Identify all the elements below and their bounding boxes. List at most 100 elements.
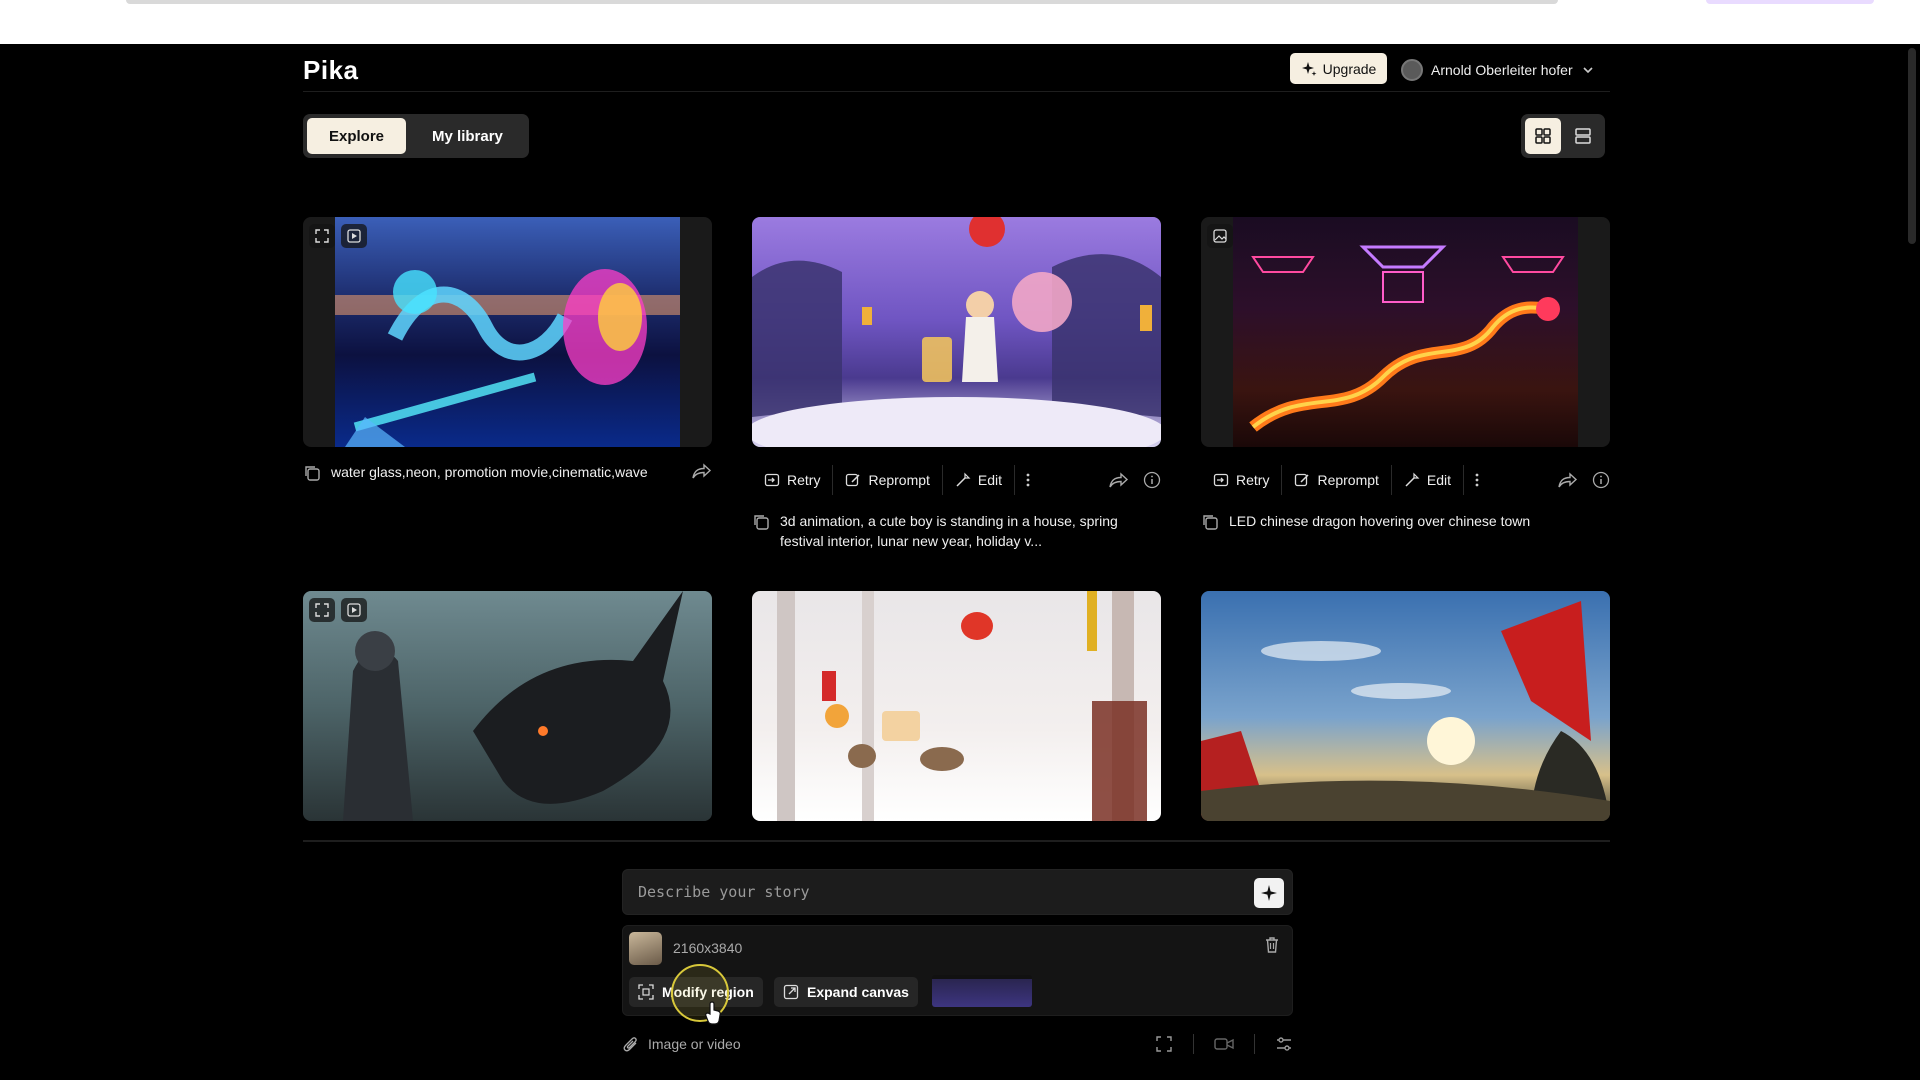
- composer-toolbar: Image or video: [622, 1031, 1293, 1057]
- browser-chrome-strip: [0, 0, 1920, 44]
- edit-button[interactable]: Edit: [943, 465, 1016, 495]
- video-thumbnail[interactable]: [752, 217, 1161, 447]
- modify-region-button[interactable]: Modify region: [629, 977, 763, 1007]
- fullscreen-icon[interactable]: [309, 224, 335, 248]
- video-thumbnail[interactable]: [1201, 217, 1610, 447]
- more-options-icon[interactable]: [1464, 465, 1490, 495]
- video-card[interactable]: Retry Reprompt Edit 3d animation, a cute…: [752, 217, 1161, 549]
- browser-extension-pill[interactable]: [1706, 0, 1874, 4]
- thumbnail-image: [303, 591, 712, 821]
- camera-control-icon[interactable]: [1214, 1036, 1234, 1052]
- edit-label: Edit: [977, 472, 1003, 488]
- library-tabs: Explore My library: [303, 114, 529, 158]
- user-menu[interactable]: Arnold Oberleiter hofer: [1401, 57, 1595, 83]
- card-actions: Retry Reprompt Edit: [752, 465, 1161, 495]
- video-thumbnail[interactable]: [752, 591, 1161, 821]
- view-mode-toggle: [1521, 114, 1605, 158]
- thumbnail-image: [752, 591, 1161, 821]
- attach-media-button[interactable]: Image or video: [622, 1035, 741, 1053]
- sparkle-icon: [1260, 884, 1278, 902]
- reprompt-label: Reprompt: [1317, 472, 1379, 488]
- card-actions: Retry Reprompt Edit: [1201, 465, 1610, 495]
- list-view-icon[interactable]: [1565, 118, 1601, 154]
- video-card[interactable]: [752, 591, 1161, 821]
- thumbnail-image: [335, 217, 680, 447]
- info-icon[interactable]: [1592, 471, 1610, 489]
- retry-label: Retry: [1236, 472, 1270, 488]
- copy-icon[interactable]: [752, 513, 770, 531]
- prompt-text: water glass,neon, promotion movie,cinema…: [331, 464, 648, 480]
- video-card[interactable]: [303, 591, 712, 821]
- thumbnail-image: [1233, 217, 1578, 447]
- video-type-icon: [341, 598, 367, 622]
- reprompt-button[interactable]: Reprompt: [1282, 465, 1392, 495]
- card-caption: LED chinese dragon hovering over chinese…: [1201, 511, 1610, 531]
- video-thumbnail[interactable]: [1201, 591, 1610, 821]
- page-scrollbar[interactable]: [1908, 48, 1916, 244]
- video-card[interactable]: [1201, 591, 1610, 821]
- share-icon[interactable]: [1558, 471, 1578, 489]
- magic-wand-icon: [1404, 472, 1420, 488]
- prompt-placeholder: Describe your story: [638, 883, 810, 901]
- copy-icon[interactable]: [303, 464, 321, 482]
- video-thumbnail[interactable]: [303, 591, 712, 821]
- retry-button[interactable]: Retry: [1201, 465, 1283, 495]
- fullscreen-icon[interactable]: [309, 598, 335, 622]
- video-thumbnail[interactable]: [303, 217, 712, 447]
- share-icon[interactable]: [692, 462, 712, 482]
- reprompt-label: Reprompt: [868, 472, 930, 488]
- upgrade-label: Upgrade: [1322, 60, 1377, 77]
- magic-wand-icon: [955, 472, 971, 488]
- top-bar: Pika Upgrade Arnold Oberleiter hofer: [303, 52, 1610, 92]
- retry-icon: [764, 472, 780, 488]
- expand-canvas-button[interactable]: Expand canvas: [774, 977, 918, 1007]
- thumbnail-image: [752, 217, 1161, 447]
- grid-divider: [303, 840, 1610, 842]
- tab-my-library[interactable]: My library: [410, 118, 525, 154]
- prompt-text: LED chinese dragon hovering over chinese…: [1229, 513, 1531, 529]
- toolbar-divider: [1193, 1034, 1194, 1054]
- card-caption: 3d animation, a cute boy is standing in …: [752, 511, 1161, 551]
- card-caption: water glass,neon, promotion movie,cinema…: [303, 462, 712, 482]
- grid-view-icon[interactable]: [1525, 118, 1561, 154]
- video-card[interactable]: water glass,neon, promotion movie,cinema…: [303, 217, 712, 481]
- sparkle-icon: [1301, 61, 1317, 77]
- prompt-text: 3d animation, a cute boy is standing in …: [780, 513, 1118, 549]
- info-icon[interactable]: [1143, 471, 1161, 489]
- copy-icon[interactable]: [1201, 513, 1219, 531]
- video-type-icon: [341, 224, 367, 248]
- reprompt-button[interactable]: Reprompt: [833, 465, 943, 495]
- edit-prompt-icon: [845, 472, 861, 488]
- hand-cursor-icon: [704, 1001, 724, 1025]
- edit-button[interactable]: Edit: [1392, 465, 1465, 495]
- retry-button[interactable]: Retry: [752, 465, 834, 495]
- more-options-icon[interactable]: [1015, 465, 1041, 495]
- media-preview-strip: [932, 975, 1032, 1007]
- image-type-icon: [1207, 224, 1233, 248]
- avatar: [1401, 59, 1423, 81]
- tab-explore[interactable]: Explore: [307, 118, 407, 154]
- region-select-icon: [638, 984, 654, 1000]
- app-logo[interactable]: Pika: [303, 55, 359, 86]
- aspect-ratio-icon[interactable]: [1155, 1035, 1173, 1053]
- generate-button[interactable]: [1254, 878, 1284, 908]
- address-bar[interactable]: [126, 0, 1558, 4]
- expand-icon: [783, 984, 799, 1000]
- story-composer: Describe your story 2160x3840 Modify reg…: [622, 869, 1293, 1016]
- settings-sliders-icon[interactable]: [1275, 1035, 1293, 1053]
- thumbnail-image: [1201, 591, 1610, 821]
- video-card[interactable]: Retry Reprompt Edit LED chinese dragon h…: [1201, 217, 1610, 530]
- media-dimensions: 2160x3840: [673, 940, 743, 956]
- edit-prompt-icon: [1294, 472, 1310, 488]
- chevron-down-icon: [1581, 63, 1595, 77]
- share-icon[interactable]: [1109, 471, 1129, 489]
- user-name: Arnold Oberleiter hofer: [1431, 62, 1573, 78]
- trash-icon[interactable]: [1264, 936, 1280, 954]
- edit-label: Edit: [1426, 472, 1452, 488]
- paperclip-icon: [622, 1035, 640, 1053]
- upgrade-button[interactable]: Upgrade: [1290, 53, 1387, 84]
- attached-media-thumbnail[interactable]: [629, 932, 662, 965]
- toolbar-divider: [1254, 1034, 1255, 1054]
- retry-label: Retry: [787, 472, 821, 488]
- prompt-box[interactable]: Describe your story: [622, 869, 1293, 915]
